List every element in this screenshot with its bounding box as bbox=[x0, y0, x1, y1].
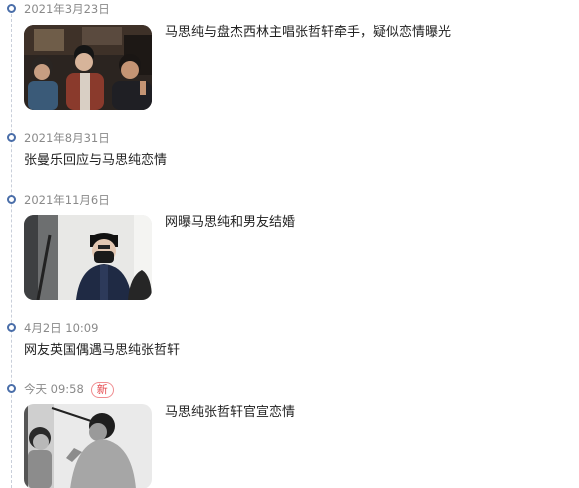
timeline-date: 2021年8月31日 bbox=[24, 131, 110, 145]
timeline-dot bbox=[7, 133, 16, 142]
news-title-link[interactable]: 马思纯张哲轩官宣恋情 bbox=[165, 405, 295, 421]
news-thumbnail[interactable] bbox=[24, 25, 152, 110]
timeline-date: 2021年11月6日 bbox=[24, 193, 110, 207]
photo-three-people-night bbox=[24, 25, 152, 110]
news-title-link[interactable]: 网曝马思纯和男友结婚 bbox=[165, 215, 295, 231]
timeline-date-text: 今天 09:58 bbox=[24, 382, 84, 396]
new-badge: 新 bbox=[90, 382, 114, 398]
news-title-link[interactable]: 张曼乐回应与马思纯恋情 bbox=[24, 153, 167, 169]
news-thumbnail[interactable] bbox=[24, 404, 152, 488]
timeline-dot bbox=[7, 384, 16, 393]
timeline-date: 今天 09:58 新 bbox=[24, 382, 114, 398]
photo-woman-in-mask-street bbox=[24, 215, 152, 300]
timeline-line bbox=[11, 14, 12, 488]
news-thumbnail[interactable] bbox=[24, 215, 152, 300]
timeline-date: 4月2日 10:09 bbox=[24, 321, 99, 335]
news-title-link[interactable]: 马思纯与盘杰西林主唱张哲轩牵手，疑似恋情曝光 bbox=[165, 25, 451, 41]
photo-black-and-white-couple bbox=[24, 404, 152, 488]
news-timeline: 2021年3月23日 马思纯与盘杰西林主唱张哲轩牵手，疑似恋情曝光 2021年8… bbox=[0, 0, 579, 488]
timeline-date: 2021年3月23日 bbox=[24, 2, 110, 16]
timeline-dot bbox=[7, 4, 16, 13]
timeline-dot bbox=[7, 195, 16, 204]
news-title-link[interactable]: 网友英国偶遇马思纯张哲轩 bbox=[24, 343, 180, 359]
timeline-dot bbox=[7, 323, 16, 332]
